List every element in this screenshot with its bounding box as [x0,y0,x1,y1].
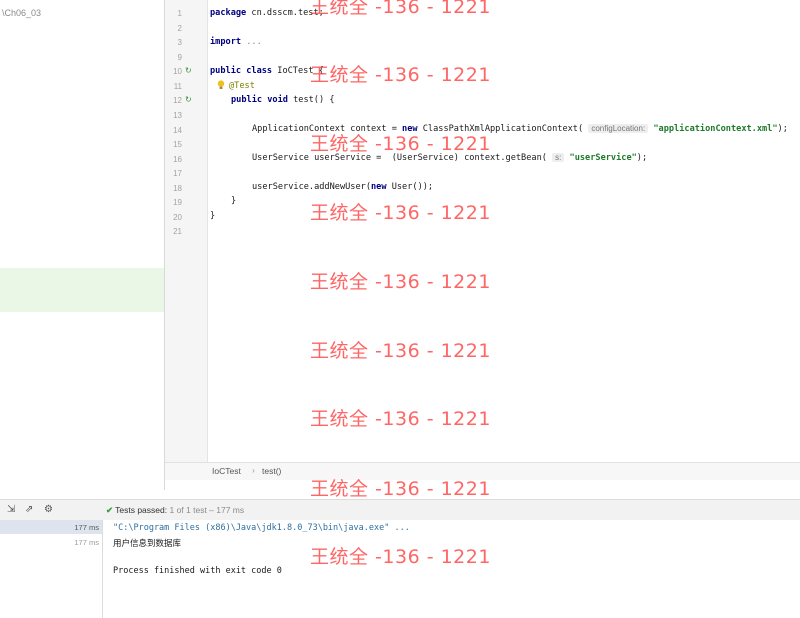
run-toolbar: ⇲ ⇗ ⚙ ✔ Tests passed: 1 of 1 test – 177 m… [0,499,800,521]
watermark-text: 王统全 -136 - 1221 [310,64,491,86]
code-line-10: public class IoCTest { [210,66,324,76]
line-number: 17 [173,169,182,178]
line-number: 3 [177,38,182,47]
line-number: 16 [173,155,182,164]
lightbulb-icon[interactable] [217,80,225,90]
check-icon: ✔ [106,505,114,515]
line-number: 10 [173,67,182,76]
line-number: 1 [177,9,182,18]
param-hint: s: [552,153,565,162]
watermark-text: 王统全 -136 - 1221 [310,202,491,224]
code-line-3: import ... [210,37,262,47]
line-number: 13 [173,111,182,120]
run-gutter-icon[interactable]: ↻ [185,66,192,75]
breadcrumb-method[interactable]: test() [262,466,281,476]
param-hint: configLocation: [588,124,649,133]
breadcrumb-separator: › [252,465,255,475]
line-number: 12 [173,96,182,105]
watermark-text: 王统全 -136 - 1221 [310,478,491,500]
watermark-text: 王统全 -136 - 1221 [310,340,491,362]
line-number: 2 [177,24,182,33]
code-line-12: public void test() { [231,95,335,105]
watermark-text: 王统全 -136 - 1221 [310,271,491,293]
console-line: Process finished with exit code 0 [113,566,282,576]
export-icon[interactable]: ⇗ [25,504,33,515]
editor-gutter: 1 2 3 9 10 ↻ 11 12 ↻ 13 14 15 16 17 18 1… [165,0,208,462]
line-number: 19 [173,198,182,207]
line-number: 21 [173,227,182,236]
code-line-20: } [210,211,216,221]
test-tree: 177 ms 177 ms [0,520,103,618]
code-line-19: } [231,196,237,206]
project-path-label: \Ch06_03 [2,8,42,18]
console-line: "C:\Program Files (x86)\Java\jdk1.8.0_73… [113,523,410,533]
test-duration: 177 ms [74,523,99,532]
test-tree-row[interactable]: 177 ms [0,520,102,534]
watermark-text: 王统全 -136 - 1221 [310,408,491,430]
watermark-text: 王统全 -136 - 1221 [310,546,491,568]
watermark-text: 王统全 -136 - 1221 [310,133,491,155]
line-number: 14 [173,126,182,135]
line-number: 15 [173,140,182,149]
breadcrumb-class[interactable]: IoCTest [212,466,241,476]
gear-icon[interactable]: ⚙ [44,504,53,515]
status-label: Tests passed: [115,505,168,515]
project-panel: \Ch06_03 [0,0,165,490]
console-line: 用户信息到数据库 [113,539,182,549]
status-detail: 1 of 1 test – 177 ms [169,505,245,515]
sort-icon[interactable]: ⇲ [7,504,15,515]
test-status: ✔ Tests passed: 1 of 1 test – 177 ms [106,505,244,516]
console-output[interactable]: "C:\Program Files (x86)\Java\jdk1.8.0_73… [103,520,800,618]
run-gutter-icon[interactable]: ↻ [185,95,192,104]
watermark-text: 王统全 -136 - 1221 [310,0,491,18]
test-duration: 177 ms [74,538,99,547]
project-selected-row[interactable] [0,268,164,312]
code-line-18: userService.addNewUser(new User()); [252,182,434,192]
line-number: 18 [173,184,182,193]
code-line-11: @Test [229,81,255,91]
code-line-1: package cn.dsscm.test; [210,8,324,18]
line-number: 11 [173,82,182,91]
line-number: 9 [177,53,182,62]
line-number: 20 [173,213,182,222]
